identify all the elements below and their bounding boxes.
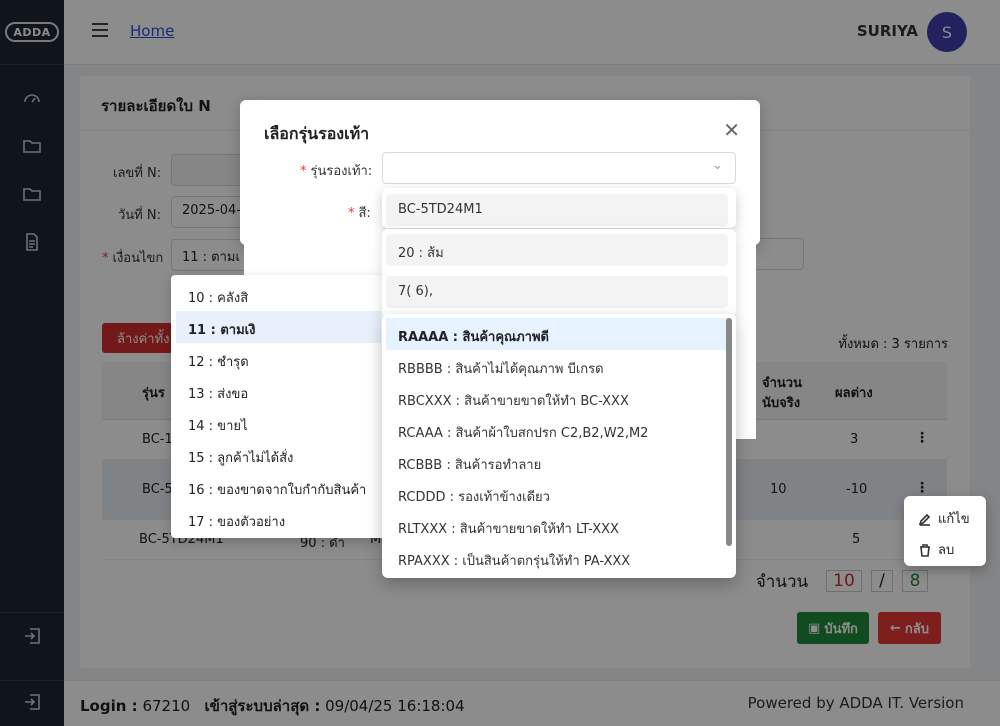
reason-dropdown: RAAAA : สินค้าคุณภาพดี RBBBB : สินค้าไม่…	[382, 314, 736, 578]
model-dropdown: BC-5TD24M1	[382, 188, 736, 228]
reason-option[interactable]: RLTXXX : สินค้าขายขาดให้ทำ LT-XXX	[386, 510, 728, 542]
reason-option[interactable]: RCDDD : รองเท้าข้างเดียว	[386, 478, 728, 510]
condition-option[interactable]: 12 : ชำรุด	[176, 343, 381, 375]
condition-option[interactable]: 10 : คลังสิ	[176, 279, 381, 311]
color-dropdown: 20 : ส้ม 7( 6),	[382, 229, 736, 317]
reason-option[interactable]: RBBBB : สินค้าไม่ได้คุณภาพ บีเกรด	[386, 350, 728, 382]
condition-dropdown: 10 : คลังสิ 11 : ตามเงิ 12 : ชำรุด 13 : …	[171, 275, 386, 538]
condition-option[interactable]: 16 : ของขาดจากใบกำกับสินค้า	[176, 471, 381, 503]
edit-menu-item[interactable]: แก้ไข	[918, 508, 970, 529]
condition-option[interactable]: 13 : ส่งขอ	[176, 375, 381, 407]
condition-option[interactable]: 11 : ตามเงิ	[176, 311, 381, 343]
condition-option[interactable]: 14 : ขายไ	[176, 407, 381, 439]
close-icon[interactable]: ✕	[723, 118, 740, 142]
row-context-menu: แก้ไข ลบ	[904, 496, 986, 566]
shoe-model-label: * รุ่นรองเท้า:	[300, 164, 373, 179]
condition-option[interactable]: 15 : ลูกค้าไม่ได้สั่ง	[176, 439, 381, 471]
reason-option[interactable]: RCBBB : สินค้ารอทำลาย	[386, 446, 728, 478]
color-option[interactable]: 7( 6),	[386, 276, 728, 308]
reason-option[interactable]: RAAAA : สินค้าคุณภาพดี	[386, 318, 728, 350]
shoe-model-select[interactable]	[382, 152, 736, 184]
condition-option[interactable]: 17 : ของตัวอย่าง	[176, 503, 381, 535]
reason-option[interactable]: RCAAA : สินค้าผ้าใบสกปรก C2,B2,W2,M2	[386, 414, 728, 446]
delete-menu-item[interactable]: ลบ	[918, 539, 954, 560]
edit-icon	[918, 513, 931, 526]
color-option[interactable]: 20 : ส้ม	[386, 234, 728, 266]
reason-option[interactable]: RPAXXX : เป็นสินค้าตกรุ่นให้ทำ PA-XXX	[386, 542, 728, 574]
dropdown-scrollbar[interactable]	[726, 318, 732, 546]
model-option[interactable]: BC-5TD24M1	[386, 194, 728, 226]
modal-title: เลือกรุ่นรองเท้า	[264, 124, 370, 143]
trash-icon	[920, 543, 930, 557]
reason-option[interactable]: RBCXXX : สินค้าขายขาดให้ทำ BC-XXX	[386, 382, 728, 414]
chevron-down-icon: ⌄	[712, 158, 723, 173]
color-label: * สี:	[348, 206, 371, 221]
